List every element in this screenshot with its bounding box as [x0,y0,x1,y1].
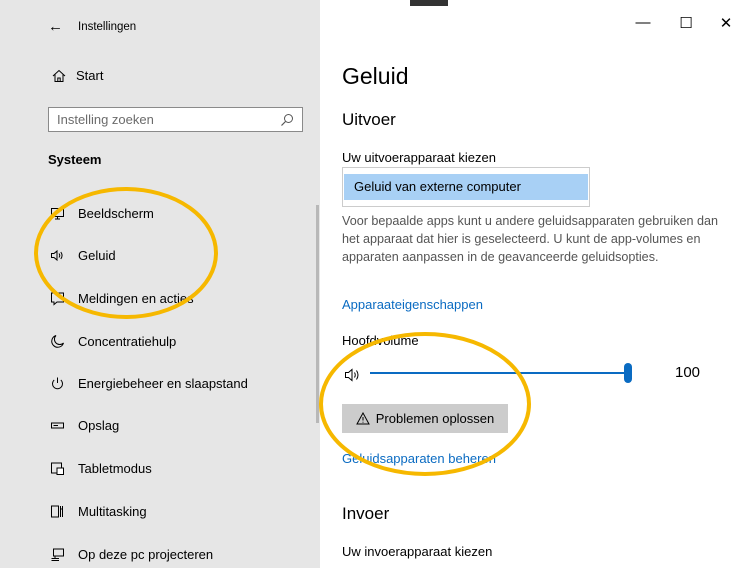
nav-home[interactable]: Start [52,68,103,83]
input-heading: Invoer [342,504,390,523]
page-title: Geluid [342,63,409,89]
sidebar-item-beeldscherm[interactable]: Beeldscherm [48,202,154,224]
troubleshoot-button[interactable]: Problemen oplossen [342,404,508,433]
sidebar-item-projecteren[interactable]: Op deze pc projecteren [48,543,213,565]
search-input[interactable] [57,111,277,128]
manage-sound-devices-link[interactable]: Geluidsapparaten beheren [342,451,496,466]
tablet-icon [48,459,66,477]
sidebar-item-energiebeheer[interactable]: Energiebeheer en slaapstand [48,372,248,394]
sidebar-item-label: Op deze pc projecteren [78,546,214,562]
troubleshoot-button-label: Problemen oplossen [375,411,495,426]
nav-home-label: Start [76,68,104,83]
output-description: Voor bepaalde apps kunt u andere geluids… [342,214,719,264]
moon-icon [48,332,66,350]
section-heading: Systeem [48,152,102,167]
background-window-fragment [410,0,448,6]
output-device-select[interactable]: Geluid van externe computer [342,167,590,207]
volume-slider-track[interactable] [370,372,628,374]
notification-icon [48,289,66,307]
output-device-selected-option[interactable]: Geluid van externe computer [344,174,588,200]
volume-slider-thumb[interactable] [624,363,632,383]
close-button[interactable]: ✕ [716,14,736,32]
input-device-label: Uw invoerapparaat kiezen [342,544,493,559]
sidebar-item-concentratiehulp[interactable]: Concentratiehulp [48,330,176,352]
sidebar-item-label: Energiebeheer en slaapstand [78,375,248,391]
warning-icon [355,412,370,425]
back-arrow-icon[interactable]: ← [48,18,63,35]
sidebar-scrollbar[interactable] [316,205,319,423]
sidebar-item-label: Tabletmodus [78,460,152,476]
sidebar-item-meldingen[interactable]: Meldingen en acties [48,287,194,309]
sidebar-item-label: Concentratiehulp [78,333,177,349]
sidebar-item-label: Meldingen en acties [78,290,194,306]
search-box[interactable] [48,107,303,132]
power-icon [48,374,66,392]
volume-value: 100 [675,364,701,381]
speaker-icon[interactable] [344,367,362,383]
sidebar-item-label: Beeldscherm [78,205,154,221]
multitasking-icon [48,502,66,520]
sidebar-item-label: Multitasking [78,503,147,519]
sidebar-item-label: Geluid [78,247,116,263]
sidebar-item-opslag[interactable]: Opslag [48,414,119,436]
project-icon [48,545,66,563]
sidebar: ← Instellingen Start Systeem Beeldscherm… [0,0,320,568]
sidebar-item-label: Opslag [78,417,120,433]
search-icon[interactable] [280,113,294,127]
maximize-button[interactable]: ☐ [676,14,696,32]
output-heading: Uitvoer [342,110,396,129]
sidebar-item-tabletmodus[interactable]: Tabletmodus [48,457,152,479]
speaker-icon [48,246,66,264]
device-properties-link[interactable]: Apparaateigenschappen [342,297,483,312]
app-title: Instellingen [78,21,137,33]
output-device-label: Uw uitvoerapparaat kiezen [342,150,496,165]
monitor-icon [48,204,66,222]
storage-icon [48,416,66,434]
sidebar-item-multitasking[interactable]: Multitasking [48,500,147,522]
home-icon [52,69,66,82]
sidebar-item-geluid[interactable]: Geluid [48,244,116,266]
master-volume-label: Hoofdvolume [342,333,419,348]
minimize-button[interactable]: — [633,14,653,31]
master-volume-slider-row: 100 [342,362,732,386]
